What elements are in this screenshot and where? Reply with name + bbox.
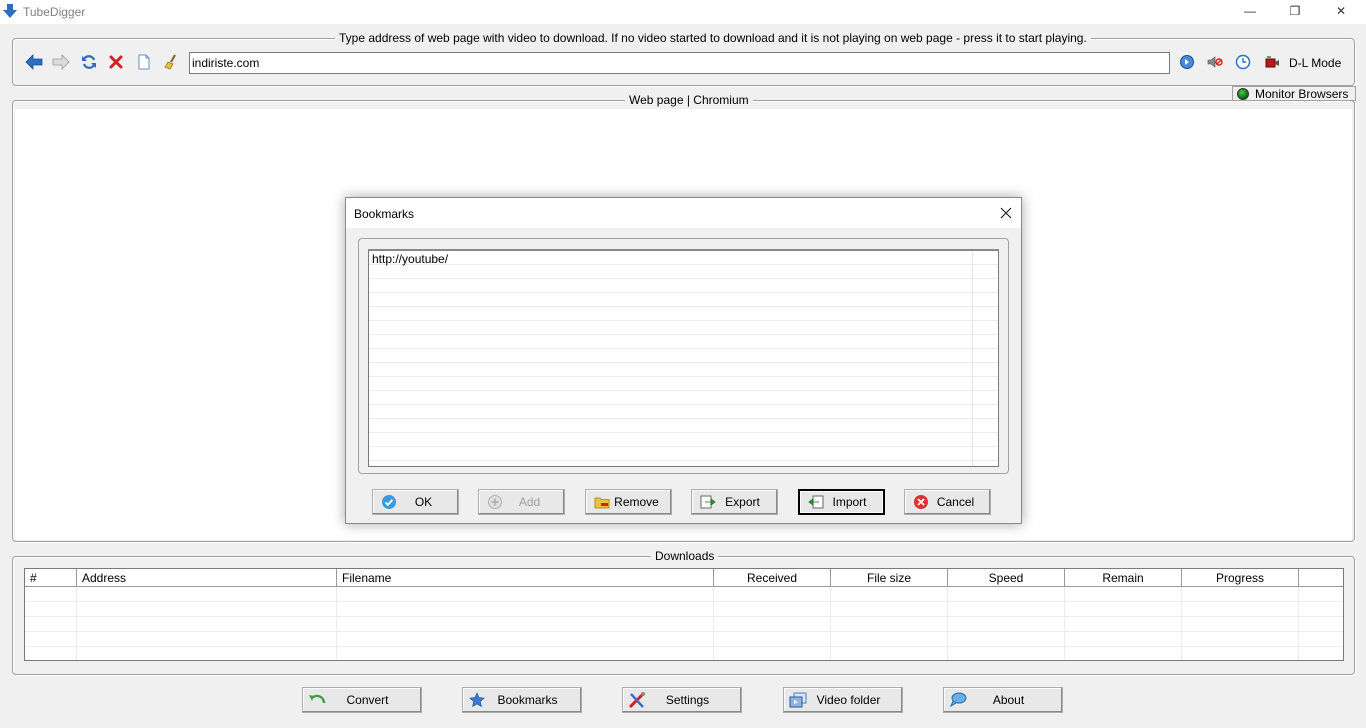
- convert-label: Convert: [346, 693, 389, 707]
- column-header-address[interactable]: Address: [77, 569, 337, 587]
- table-row: [25, 647, 1343, 660]
- bookmarks-label: Bookmarks: [497, 693, 558, 707]
- column-header-received[interactable]: Received: [714, 569, 831, 587]
- add-button[interactable]: Add: [478, 489, 565, 515]
- forward-arrow-icon[interactable]: [52, 53, 70, 71]
- downloads-legend: Downloads: [651, 549, 719, 563]
- bookmark-list-frame: http://youtube/: [358, 238, 1009, 474]
- column-header-speed[interactable]: Speed: [948, 569, 1065, 587]
- bookmark-list[interactable]: http://youtube/: [368, 249, 999, 467]
- bookmark-empty-row: [369, 265, 998, 279]
- export-button[interactable]: Export: [691, 489, 778, 515]
- table-row: [25, 617, 1343, 632]
- window-title: TubeDigger: [23, 5, 86, 19]
- add-label: Add: [518, 495, 541, 509]
- column-header-filename[interactable]: Filename: [337, 569, 714, 587]
- go-button-icon[interactable]: [1178, 53, 1196, 71]
- add-plus-icon: [487, 494, 503, 510]
- video-folder-button[interactable]: Video folder: [783, 687, 903, 713]
- bookmark-empty-row: [369, 405, 998, 419]
- video-folder-icon: [789, 691, 807, 709]
- refresh-icon[interactable]: [80, 53, 98, 71]
- about-label: About: [992, 693, 1025, 707]
- bookmark-item[interactable]: http://youtube/: [369, 251, 998, 266]
- cancel-x-icon: [913, 494, 929, 510]
- table-row: [25, 632, 1343, 647]
- downloads-table[interactable]: # Address Filename Received File size Sp…: [24, 568, 1344, 661]
- dialog-title-bar: Bookmarks: [346, 198, 1021, 228]
- address-instructions: Type address of web page with video to d…: [335, 31, 1091, 45]
- column-header-remain[interactable]: Remain: [1065, 569, 1182, 587]
- bookmark-empty-row: [369, 377, 998, 391]
- minimize-button[interactable]: —: [1227, 0, 1273, 22]
- settings-label: Settings: [665, 693, 710, 707]
- clock-icon[interactable]: [1234, 53, 1252, 71]
- column-header-progress[interactable]: Progress: [1182, 569, 1299, 587]
- convert-arrow-icon: [308, 691, 326, 709]
- camera-record-icon[interactable]: [1263, 53, 1281, 71]
- close-window-button[interactable]: ✕: [1318, 0, 1364, 22]
- bookmark-empty-row: [369, 349, 998, 363]
- import-label: Import: [832, 495, 867, 509]
- mute-speaker-icon[interactable]: [1206, 53, 1224, 71]
- ok-button[interactable]: OK: [372, 489, 459, 515]
- video-folder-label: Video folder: [816, 693, 881, 707]
- restore-button[interactable]: ❐: [1272, 0, 1318, 22]
- bookmark-empty-row: [369, 391, 998, 405]
- bookmarks-button[interactable]: Bookmarks: [462, 687, 582, 713]
- cancel-button[interactable]: Cancel: [904, 489, 991, 515]
- export-arrow-icon: [700, 494, 716, 510]
- bookmark-url: http://youtube/: [372, 252, 449, 266]
- back-arrow-icon[interactable]: [25, 53, 43, 71]
- import-button[interactable]: Import: [798, 489, 885, 515]
- remove-button[interactable]: Remove: [585, 489, 672, 515]
- dialog-title: Bookmarks: [354, 207, 415, 221]
- bookmark-empty-row: [369, 447, 998, 461]
- monitor-status-led-icon: [1237, 87, 1249, 100]
- clear-broom-icon[interactable]: [162, 53, 180, 71]
- web-page-legend: Web page | Chromium: [625, 93, 753, 107]
- bookmark-empty-row: [369, 363, 998, 377]
- table-row: [25, 602, 1343, 617]
- bookmark-empty-row: [369, 279, 998, 293]
- downloads-group: Downloads # Address Filename Received Fi…: [12, 549, 1355, 675]
- table-row: [25, 587, 1343, 602]
- import-arrow-icon: [808, 494, 824, 510]
- monitor-browsers-toggle[interactable]: Monitor Browsers: [1232, 86, 1356, 101]
- address-group: Type address of web page with video to d…: [12, 31, 1355, 86]
- downloads-table-header: # Address Filename Received File size Sp…: [25, 569, 1343, 587]
- column-header-number[interactable]: #: [25, 569, 77, 587]
- column-header-file-size[interactable]: File size: [831, 569, 948, 587]
- dialog-close-icon[interactable]: [991, 199, 1021, 227]
- bookmark-empty-row: [369, 321, 998, 335]
- dl-mode-label[interactable]: D-L Mode: [1289, 56, 1341, 70]
- chat-bubble-icon: [949, 691, 967, 709]
- settings-button[interactable]: Settings: [622, 687, 742, 713]
- tools-icon: [628, 691, 646, 709]
- convert-button[interactable]: Convert: [302, 687, 422, 713]
- app-download-icon: [2, 3, 18, 19]
- bookmark-empty-row: [369, 307, 998, 321]
- remove-label: Remove: [614, 495, 659, 509]
- url-input[interactable]: [189, 52, 1170, 74]
- bookmark-empty-row: [369, 419, 998, 433]
- checkmark-icon: [381, 494, 397, 510]
- ok-label: OK: [414, 495, 433, 509]
- cancel-label: Cancel: [936, 495, 975, 509]
- about-button[interactable]: About: [943, 687, 1063, 713]
- monitor-browsers-label: Monitor Browsers: [1255, 86, 1349, 101]
- star-icon: [468, 691, 486, 709]
- bookmarks-dialog: Bookmarks http://youtube/ OK Add Remove …: [345, 197, 1022, 524]
- bookmark-empty-row: [369, 433, 998, 447]
- folder-remove-icon: [594, 494, 610, 510]
- export-label: Export: [725, 495, 760, 509]
- blank-page-icon[interactable]: [135, 53, 153, 71]
- bookmark-empty-row: [369, 335, 998, 349]
- bookmark-empty-row: [369, 293, 998, 307]
- stop-icon[interactable]: [107, 53, 125, 71]
- title-bar: TubeDigger — ❐ ✕: [0, 0, 1366, 24]
